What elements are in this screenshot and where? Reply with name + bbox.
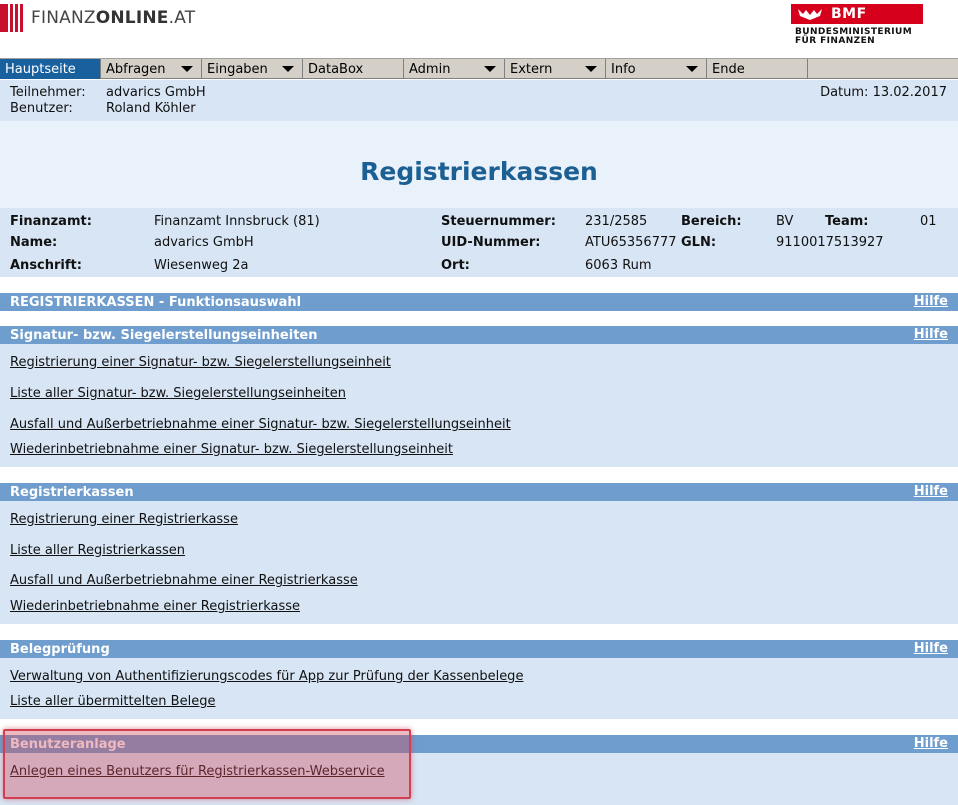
name-value: advarics GmbH xyxy=(154,235,254,250)
user-label: Benutzer: xyxy=(10,101,73,116)
link-register-signature-unit[interactable]: Registrierung einer Signatur- bzw. Siege… xyxy=(10,355,391,370)
page-title: Registrierkassen xyxy=(360,157,598,186)
gln-label: GLN: xyxy=(681,235,717,250)
gln-value: 9110017513927 xyxy=(776,235,884,250)
section-title: Belegprüfung xyxy=(10,641,110,657)
nav-label: Extern xyxy=(510,61,553,77)
nav-item-admin[interactable]: Admin xyxy=(404,59,505,79)
chevron-down-icon xyxy=(484,66,496,72)
anschrift-label: Anschrift: xyxy=(10,258,82,273)
nav-label: DataBox xyxy=(308,61,364,77)
steuernummer-value: 231/2585 xyxy=(585,214,648,229)
section-belegpruefung: Belegprüfung Hilfe Verwaltung von Authen… xyxy=(0,640,958,719)
nav-label: Admin xyxy=(409,61,451,77)
section-title: Signatur- bzw. Siegelerstellungseinheite… xyxy=(10,327,318,343)
link-create-webservice-user[interactable]: Anlegen eines Benutzers für Registrierka… xyxy=(10,764,385,779)
finanzonline-logo-text: FINANZONLINE.AT xyxy=(31,8,196,28)
nav-item-eingaben[interactable]: Eingaben xyxy=(202,59,303,79)
participant-label: Teilnehmer: xyxy=(10,85,86,100)
section-header: Registrierkassen Hilfe xyxy=(0,483,958,501)
team-value: 01 xyxy=(920,214,937,229)
link-failure-cash-register[interactable]: Ausfall und Außerbetriebnahme einer Regi… xyxy=(10,573,358,588)
link-list-submitted-receipts[interactable]: Liste aller übermittelten Belege xyxy=(10,694,215,709)
nav-label: Hauptseite xyxy=(5,61,76,77)
finanzamt-label: Finanzamt: xyxy=(10,214,92,229)
bereich-label: Bereich: xyxy=(681,214,742,229)
nav-label: Ende xyxy=(712,61,745,77)
section-header: Belegprüfung Hilfe xyxy=(0,640,958,658)
help-link[interactable]: Hilfe xyxy=(914,294,948,309)
nav-label: Info xyxy=(611,61,636,77)
chevron-down-icon xyxy=(585,66,597,72)
eagle-icon xyxy=(798,9,822,20)
bmf-name-line2: FÜR FINANZEN xyxy=(795,36,876,46)
header: FINANZONLINE.AT BMF BUNDESMINISTERIUM FÜ… xyxy=(0,0,958,57)
section-benutzeranlage: Benutzeranlage Hilfe Anlegen eines Benut… xyxy=(0,735,958,805)
anschrift-value: Wiesenweg 2a xyxy=(154,258,249,273)
section-funktionsauswahl: REGISTRIERKASSEN - Funktionsauswahl Hilf… xyxy=(0,293,958,311)
nav-label: Eingaben xyxy=(207,61,268,77)
participant-value: advarics GmbH xyxy=(106,85,206,100)
taxpayer-details: Finanzamt: Finanzamt Innsbruck (81) Name… xyxy=(0,208,958,277)
main-navigation: Hauptseite Abfragen Eingaben DataBox Adm… xyxy=(0,58,958,79)
participant-row: Teilnehmer: advarics GmbH xyxy=(10,85,206,100)
section-signatur: Signatur- bzw. Siegelerstellungseinheite… xyxy=(0,326,958,467)
section-header: REGISTRIERKASSEN - Funktionsauswahl Hilf… xyxy=(0,293,958,311)
user-row: Benutzer: Roland Köhler xyxy=(10,101,196,116)
bmf-logo-banner: BMF xyxy=(791,4,923,24)
link-failure-signature-unit[interactable]: Ausfall und Außerbetriebnahme einer Sign… xyxy=(10,417,511,432)
team-label: Team: xyxy=(825,214,869,229)
link-manage-auth-codes[interactable]: Verwaltung von Authentifizierungscodes f… xyxy=(10,669,523,684)
section-title: REGISTRIERKASSEN - Funktionsauswahl xyxy=(10,294,302,310)
uid-value: ATU65356777 xyxy=(585,235,677,250)
nav-label: Abfragen xyxy=(106,61,166,77)
ort-value: 6063 Rum xyxy=(585,258,652,273)
chevron-down-icon xyxy=(181,66,193,72)
bereich-value: BV xyxy=(776,214,794,229)
finanzonline-logo[interactable]: FINANZONLINE.AT xyxy=(0,4,195,32)
nav-item-info[interactable]: Info xyxy=(606,59,707,79)
help-link[interactable]: Hilfe xyxy=(914,327,948,342)
name-label: Name: xyxy=(10,235,58,250)
section-header: Signatur- bzw. Siegelerstellungseinheite… xyxy=(0,326,958,344)
finanzamt-value: Finanzamt Innsbruck (81) xyxy=(154,214,320,229)
help-link[interactable]: Hilfe xyxy=(914,641,948,656)
link-list-signature-units[interactable]: Liste aller Signatur- bzw. Siegelerstell… xyxy=(10,386,346,401)
section-registrierkassen: Registrierkassen Hilfe Registrierung ein… xyxy=(0,483,958,624)
title-band: Registrierkassen xyxy=(0,121,958,208)
link-register-cash-register[interactable]: Registrierung einer Registrierkasse xyxy=(10,512,238,527)
ort-label: Ort: xyxy=(441,258,470,273)
help-link[interactable]: Hilfe xyxy=(914,736,948,751)
nav-item-hauptseite[interactable]: Hauptseite xyxy=(0,59,101,79)
nav-item-extern[interactable]: Extern xyxy=(505,59,606,79)
chevron-down-icon xyxy=(282,66,294,72)
section-header: Benutzeranlage Hilfe xyxy=(0,735,958,753)
bmf-short-name: BMF xyxy=(831,6,867,22)
steuernummer-label: Steuernummer: xyxy=(441,214,556,229)
link-reactivate-signature-unit[interactable]: Wiederinbetriebnahme einer Signatur- bzw… xyxy=(10,442,453,457)
section-title: Registrierkassen xyxy=(10,484,134,500)
nav-item-abfragen[interactable]: Abfragen xyxy=(101,59,202,79)
current-date: Datum: 13.02.2017 xyxy=(820,85,947,100)
link-list-cash-registers[interactable]: Liste aller Registrierkassen xyxy=(10,543,185,558)
bmf-logo[interactable]: BMF BUNDESMINISTERIUM FÜR FINANZEN xyxy=(791,4,925,50)
user-info-bar: Teilnehmer: advarics GmbH Benutzer: Roland… xyxy=(0,80,958,121)
nav-item-databox[interactable]: DataBox xyxy=(303,59,404,79)
uid-label: UID-Nummer: xyxy=(441,235,541,250)
help-link[interactable]: Hilfe xyxy=(914,484,948,499)
finanzonline-bars-icon xyxy=(0,4,25,32)
nav-item-ende[interactable]: Ende xyxy=(707,59,808,79)
user-value: Roland Köhler xyxy=(106,101,196,116)
link-reactivate-cash-register[interactable]: Wiederinbetriebnahme einer Registrierkas… xyxy=(10,599,300,614)
chevron-down-icon xyxy=(686,66,698,72)
section-title: Benutzeranlage xyxy=(10,736,126,752)
nav-filler xyxy=(808,59,958,78)
